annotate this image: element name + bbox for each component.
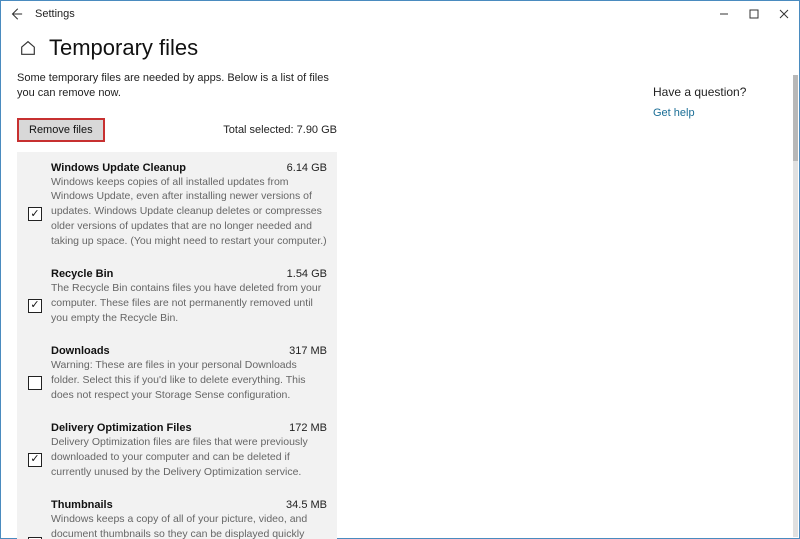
file-head: Recycle Bin 1.54 GB — [51, 268, 327, 280]
maximize-button[interactable] — [739, 1, 769, 27]
checkbox-col — [23, 499, 47, 539]
file-body: Delivery Optimization Files 172 MBDeliver… — [47, 422, 327, 479]
maximize-icon — [749, 9, 759, 19]
file-head: Windows Update Cleanup 6.14 GB — [51, 162, 327, 174]
titlebar: Settings — [1, 1, 799, 27]
checkbox-col — [23, 345, 47, 402]
file-desc: Warning: These are files in your persona… — [51, 358, 327, 402]
file-head: Downloads 317 MB — [51, 345, 327, 357]
home-icon[interactable] — [19, 39, 37, 57]
file-checkbox[interactable] — [28, 299, 42, 313]
minimize-icon — [719, 9, 729, 19]
action-row: Remove files Total selected: 7.90 GB — [17, 118, 337, 142]
close-button[interactable] — [769, 1, 799, 27]
file-title: Delivery Optimization Files — [51, 422, 192, 434]
file-title: Thumbnails — [51, 499, 113, 511]
file-body: Recycle Bin 1.54 GBThe Recycle Bin contai… — [47, 268, 327, 325]
window-title: Settings — [35, 8, 75, 20]
close-icon — [779, 9, 789, 19]
file-desc: Windows keeps a copy of all of your pict… — [51, 512, 327, 539]
file-head: Thumbnails 34.5 MB — [51, 499, 327, 511]
arrow-left-icon — [9, 7, 23, 21]
file-title: Recycle Bin — [51, 268, 113, 280]
checkbox-col — [23, 422, 47, 479]
checkbox-col — [23, 268, 47, 325]
file-desc: The Recycle Bin contains files you have … — [51, 281, 327, 325]
file-size: 6.14 GB — [287, 162, 327, 174]
file-desc: Windows keeps copies of all installed up… — [51, 175, 327, 248]
file-item: Thumbnails 34.5 MBWindows keeps a copy of… — [17, 489, 337, 539]
intro-text: Some temporary files are needed by apps.… — [17, 71, 337, 102]
get-help-link[interactable]: Get help — [653, 107, 783, 119]
vertical-scrollbar[interactable] — [793, 75, 798, 537]
system-buttons — [709, 1, 799, 27]
file-body: Downloads 317 MBWarning: These are files … — [47, 345, 327, 402]
question-heading: Have a question? — [653, 85, 783, 99]
file-item: Delivery Optimization Files 172 MBDeliver… — [17, 412, 337, 489]
content-body: Some temporary files are needed by apps.… — [1, 71, 799, 539]
checkbox-col — [23, 162, 47, 248]
help-column: Have a question? Get help — [653, 71, 783, 539]
file-title: Downloads — [51, 345, 110, 357]
file-head: Delivery Optimization Files 172 MB — [51, 422, 327, 434]
total-selected-label: Total selected: 7.90 GB — [223, 124, 337, 136]
file-title: Windows Update Cleanup — [51, 162, 186, 174]
file-checkbox[interactable] — [28, 376, 42, 390]
file-checkbox[interactable] — [28, 207, 42, 221]
page-title: Temporary files — [49, 35, 198, 61]
file-item: Windows Update Cleanup 6.14 GBWindows kee… — [17, 152, 337, 258]
file-body: Windows Update Cleanup 6.14 GBWindows kee… — [47, 162, 327, 248]
file-list: Windows Update Cleanup6.14 GBWindows kee… — [17, 152, 337, 539]
back-button[interactable] — [1, 1, 31, 27]
file-size: 34.5 MB — [286, 499, 327, 511]
file-body: Thumbnails 34.5 MBWindows keeps a copy of… — [47, 499, 327, 539]
file-size: 172 MB — [289, 422, 327, 434]
file-item: Downloads 317 MBWarning: These are files … — [17, 335, 337, 412]
remove-files-button[interactable]: Remove files — [17, 118, 105, 142]
file-size: 317 MB — [289, 345, 327, 357]
minimize-button[interactable] — [709, 1, 739, 27]
file-size: 1.54 GB — [287, 268, 327, 280]
file-desc: Delivery Optimization files are files th… — [51, 435, 327, 479]
file-item: Recycle Bin 1.54 GBThe Recycle Bin contai… — [17, 258, 337, 335]
scrollbar-thumb[interactable] — [793, 75, 798, 161]
settings-window: Settings Temporary files Some temporary … — [0, 0, 800, 539]
file-checkbox[interactable] — [28, 453, 42, 467]
main-column: Some temporary files are needed by apps.… — [17, 71, 337, 539]
page-header: Temporary files — [1, 27, 799, 71]
